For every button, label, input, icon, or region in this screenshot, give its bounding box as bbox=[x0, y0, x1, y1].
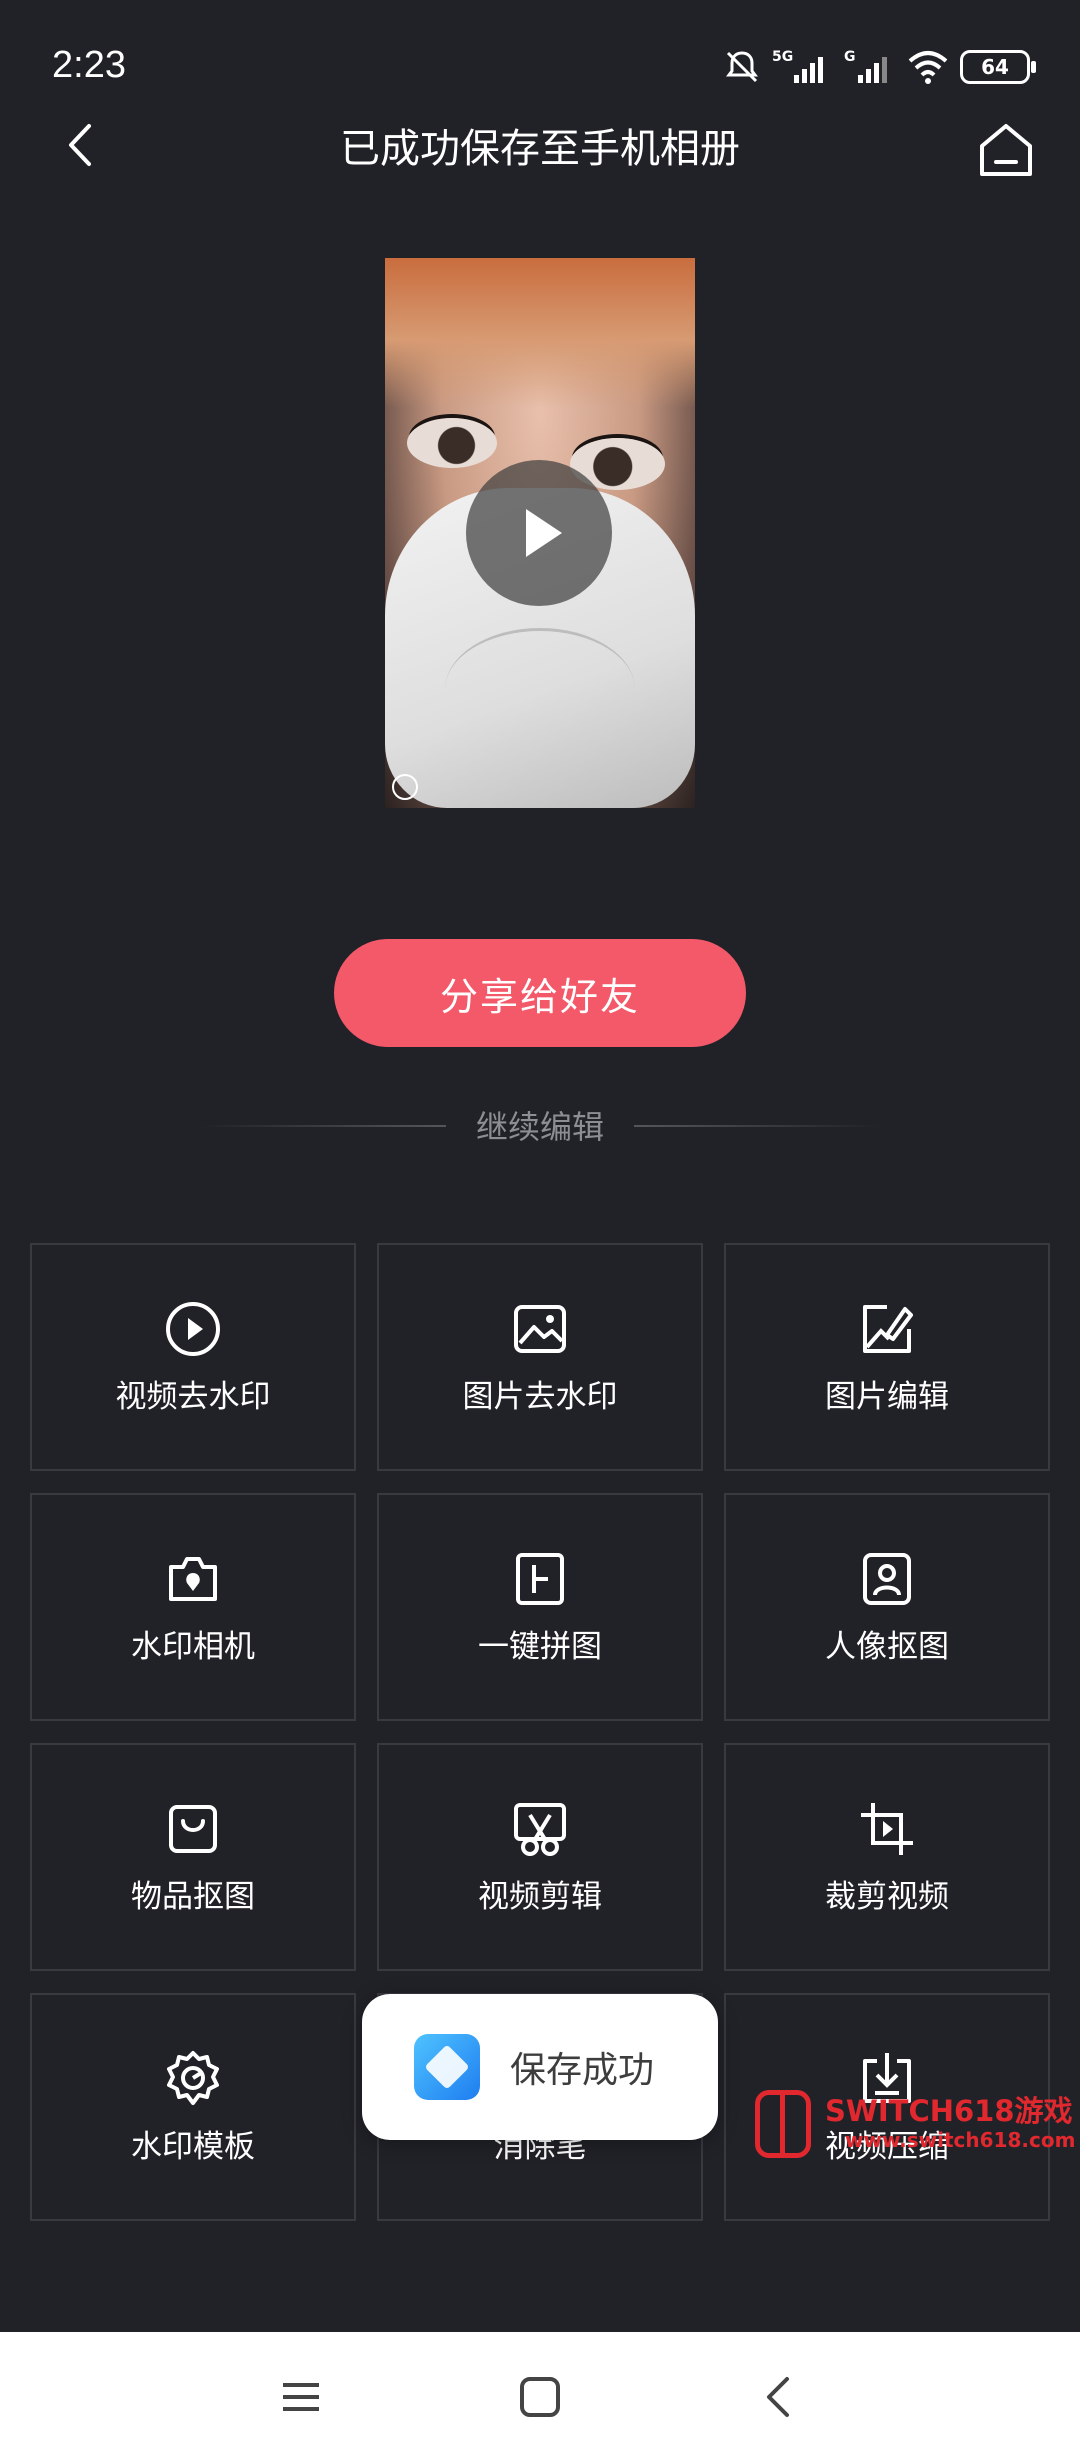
play-button[interactable] bbox=[466, 460, 612, 606]
status-time: 2:23 bbox=[52, 44, 126, 86]
svg-text:5G: 5G bbox=[772, 49, 793, 65]
save-success-toast: 保存成功 bbox=[362, 1994, 718, 2140]
home-button[interactable] bbox=[966, 110, 1046, 190]
bag-icon bbox=[163, 1799, 223, 1859]
battery-indicator: 64 bbox=[960, 50, 1036, 84]
signal-5g-icon: 5G bbox=[772, 49, 823, 83]
tool-object-cutout[interactable]: 物品抠图 bbox=[30, 1743, 356, 1971]
video-watermark-logo-icon bbox=[392, 774, 418, 800]
page-title: 已成功保存至手机相册 bbox=[340, 126, 740, 172]
tool-image-edit[interactable]: 图片编辑 bbox=[724, 1243, 1050, 1471]
gear-icon bbox=[163, 2049, 223, 2109]
watermark-line2: www.switch618.com bbox=[845, 2128, 1076, 2152]
status-icons: 5G G 64 bbox=[722, 42, 1036, 92]
nav-home-button[interactable] bbox=[505, 2362, 575, 2432]
site-watermark: SWITCH618游戏 www.switch618.com bbox=[755, 2090, 1075, 2160]
mute-bell-icon bbox=[726, 51, 758, 83]
tool-watermark-template[interactable]: 水印模板 bbox=[30, 1993, 356, 2221]
toast-text: 保存成功 bbox=[510, 2050, 655, 2091]
collage-icon bbox=[510, 1549, 570, 1609]
svg-text:G: G bbox=[844, 49, 856, 65]
wifi-icon bbox=[908, 51, 948, 84]
share-to-friends-button[interactable]: 分享给好友 bbox=[334, 939, 746, 1047]
signal-g-icon: G bbox=[844, 49, 887, 83]
image-icon bbox=[510, 1299, 570, 1359]
continue-edit-divider: 继续编辑 bbox=[200, 1108, 881, 1146]
portrait-icon bbox=[857, 1549, 917, 1609]
status-bar: 2:23 5G G 64 bbox=[0, 0, 1080, 120]
tool-video-watermark-removal[interactable]: 视频去水印 bbox=[30, 1243, 356, 1471]
play-circle-icon bbox=[163, 1299, 223, 1359]
menu-icon bbox=[283, 2383, 319, 2411]
image-edit-icon bbox=[857, 1299, 917, 1359]
nav-back-button[interactable] bbox=[744, 2362, 814, 2432]
header: 已成功保存至手机相册 bbox=[0, 110, 1080, 210]
system-nav-bar bbox=[0, 2332, 1080, 2460]
camera-icon bbox=[163, 1549, 223, 1609]
back-arrow-icon bbox=[767, 2377, 789, 2417]
watermark-line1: SWITCH618游戏 bbox=[825, 2094, 1073, 2128]
switch-logo-icon bbox=[755, 2090, 811, 2158]
play-icon bbox=[526, 509, 562, 557]
nav-menu-button[interactable] bbox=[266, 2362, 336, 2432]
tool-watermark-camera[interactable]: 水印相机 bbox=[30, 1493, 356, 1721]
square-home-icon bbox=[520, 2377, 560, 2417]
tool-portrait-cutout[interactable]: 人像抠图 bbox=[724, 1493, 1050, 1721]
crop-icon bbox=[857, 1799, 917, 1859]
home-icon bbox=[980, 124, 1032, 176]
divider-label: 继续编辑 bbox=[476, 1108, 605, 1146]
scissors-icon bbox=[510, 1799, 570, 1859]
tool-image-watermark-removal[interactable]: 图片去水印 bbox=[377, 1243, 703, 1471]
tool-one-click-collage[interactable]: 一键拼图 bbox=[377, 1493, 703, 1721]
tool-crop-video[interactable]: 裁剪视频 bbox=[724, 1743, 1050, 1971]
app-logo-icon bbox=[414, 2034, 480, 2100]
tool-video-clip[interactable]: 视频剪辑 bbox=[377, 1743, 703, 1971]
